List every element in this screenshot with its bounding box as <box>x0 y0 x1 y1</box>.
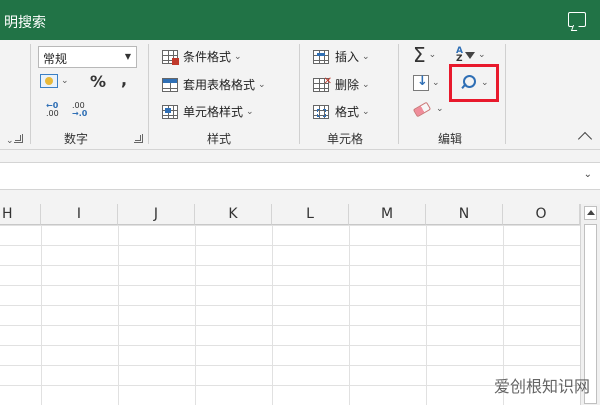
chevron-down-icon: ⌄ <box>61 76 69 86</box>
increase-decimal-bottom: .00 <box>46 109 59 118</box>
group-separator <box>299 44 300 144</box>
fill-down-icon <box>413 74 429 91</box>
sigma-icon: Σ <box>413 43 426 67</box>
fill-button[interactable]: ⌄ <box>413 74 440 91</box>
chevron-down-icon: ⌄ <box>428 50 437 60</box>
chevron-down-icon: ⌄ <box>362 79 370 90</box>
ribbon-gap <box>0 150 600 162</box>
window-title: 明搜索 <box>4 15 46 31</box>
ribbon: ⌄ 常规 ▼ ⌄ % , ←0 .00 .00 →.0 数字 条件格式 ⌄ 套用… <box>0 40 600 150</box>
format-as-table-label: 套用表格格式 <box>183 78 256 92</box>
conditional-formatting-icon <box>162 49 179 65</box>
cells-group-label: 单元格 <box>327 132 364 146</box>
chevron-down-icon[interactable]: ⌄ <box>6 136 14 146</box>
grid-gap <box>0 190 600 204</box>
cell-styles-icon <box>162 104 178 119</box>
group-separator <box>505 44 506 144</box>
decrease-decimal-icon: .00 →.0 <box>72 102 87 118</box>
accounting-format-button[interactable]: ⌄ <box>40 74 69 88</box>
group-separator <box>30 44 31 144</box>
collapse-ribbon-icon[interactable] <box>577 131 593 147</box>
styles-group-label: 样式 <box>207 132 232 146</box>
number-format-value: 常规 <box>43 52 68 66</box>
watermark: 爱创根知识网 <box>493 377 590 396</box>
sort-icon: A Z <box>456 47 463 64</box>
comment-icon[interactable] <box>568 12 586 27</box>
column-header-l[interactable]: L <box>272 204 349 225</box>
chevron-down-icon: ▼ <box>124 52 131 61</box>
group-separator <box>148 44 149 144</box>
conditional-formatting-label: 条件格式 <box>183 50 232 64</box>
format-as-table-button[interactable]: 套用表格格式 ⌄ <box>162 76 266 93</box>
column-header-h[interactable]: H <box>0 204 41 225</box>
formula-bar[interactable]: ⌄ <box>0 162 600 190</box>
scroll-up-icon[interactable] <box>584 206 597 220</box>
number-group-label: 数字 <box>64 132 89 146</box>
delete-icon <box>313 76 332 92</box>
insert-label: 插入 <box>335 50 360 64</box>
filter-icon <box>464 51 475 59</box>
chevron-down-icon: ⌄ <box>258 79 266 90</box>
percent-style-button[interactable]: % <box>90 72 106 91</box>
expand-formula-bar-icon[interactable]: ⌄ <box>584 169 592 180</box>
chevron-down-icon: ⌄ <box>234 51 242 62</box>
chevron-down-icon: ⌄ <box>436 104 444 114</box>
number-dialog-launcher-icon[interactable] <box>134 134 143 143</box>
chevron-down-icon: ⌄ <box>362 106 370 117</box>
column-header-k[interactable]: K <box>195 204 272 225</box>
increase-decimal-icon: ←0 .00 <box>46 102 59 118</box>
accounting-format-icon <box>40 74 58 88</box>
comma-icon: , <box>121 70 128 89</box>
editing-group-label: 编辑 <box>438 132 463 146</box>
eraser-icon <box>412 101 432 117</box>
group-separator <box>398 44 399 144</box>
autosum-button[interactable]: Σ ⌄ <box>413 45 436 65</box>
column-header-o[interactable]: O <box>503 204 580 225</box>
format-icon <box>313 104 329 119</box>
comma-style-button[interactable]: , <box>121 70 127 89</box>
highlight-box <box>449 64 499 102</box>
decrease-decimal-button[interactable]: .00 →.0 <box>72 102 87 118</box>
delete-button[interactable]: 删除 ⌄ <box>313 76 370 93</box>
insert-button[interactable]: 插入 ⌄ <box>313 48 370 65</box>
sort-filter-button[interactable]: A Z ⌄ <box>456 47 486 64</box>
format-label: 格式 <box>335 105 360 119</box>
format-button[interactable]: 格式 ⌄ <box>313 103 370 120</box>
sort-letter-bottom: Z <box>456 54 463 64</box>
title-bar: 明搜索 <box>0 0 600 40</box>
number-format-select[interactable]: 常规 ▼ <box>38 46 137 68</box>
chevron-down-icon: ⌄ <box>432 78 440 88</box>
clear-button[interactable]: ⌄ <box>412 101 444 117</box>
decrease-decimal-bottom: →.0 <box>72 109 88 118</box>
column-header-j[interactable]: J <box>118 204 195 225</box>
chevron-down-icon: ⌄ <box>362 51 370 62</box>
delete-label: 删除 <box>335 78 360 92</box>
column-header-i[interactable]: I <box>41 204 118 225</box>
chevron-down-icon: ⌄ <box>477 50 486 60</box>
cell-styles-button[interactable]: 单元格样式 ⌄ <box>162 103 254 120</box>
insert-icon <box>313 49 329 64</box>
conditional-formatting-button[interactable]: 条件格式 ⌄ <box>162 48 242 65</box>
table-icon <box>162 77 178 92</box>
alignment-dialog-launcher-icon[interactable] <box>14 134 23 143</box>
chevron-down-icon: ⌄ <box>246 106 254 117</box>
increase-decimal-button[interactable]: ←0 .00 <box>46 102 59 118</box>
percent-icon: % <box>90 72 107 91</box>
column-header-m[interactable]: M <box>349 204 426 225</box>
column-header-n[interactable]: N <box>426 204 503 225</box>
cell-styles-label: 单元格样式 <box>183 105 244 119</box>
